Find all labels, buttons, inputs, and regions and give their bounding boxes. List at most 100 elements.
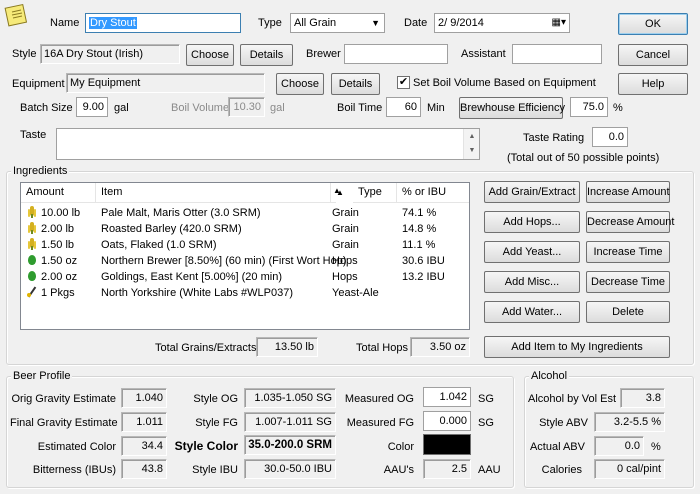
increase-time-button[interactable]: Increase Time (586, 241, 670, 263)
table-row[interactable]: 1.50 oz Northern Brewer [8.50%] (60 min) … (21, 253, 469, 269)
cell-type: Hops (332, 253, 358, 269)
calories-label: Calories (541, 464, 582, 476)
add-grain-extract-button[interactable]: Add Grain/Extract (484, 181, 580, 203)
table-row[interactable]: 2.00 oz Goldings, East Kent [5.00%] (20 m… (21, 269, 469, 285)
total-hops-label: Total Hops (356, 342, 408, 354)
chevron-down-icon: ▼ (371, 18, 380, 28)
bitterness-field: 43.8 (121, 459, 167, 479)
aau-field: 2.5 (423, 459, 471, 479)
cell-amount-text: 1.50 lb (41, 239, 75, 251)
increase-amount-button[interactable]: Increase Amount (586, 181, 670, 203)
name-value: Dry Stout (89, 17, 137, 29)
abv-estimate-field: 3.8 (620, 388, 665, 408)
cancel-button[interactable]: Cancel (618, 44, 688, 66)
cell-type: Yeast-Ale (332, 285, 379, 301)
equipment-details-button[interactable]: Details (331, 73, 380, 95)
scroll-up-icon[interactable]: ▲ (464, 130, 479, 144)
cell-item: Oats, Flaked (1.0 SRM) (101, 237, 217, 253)
cell-item: Pale Malt, Maris Otter (3.0 SRM) (101, 205, 261, 221)
cell-amount-text: 1.50 oz (41, 255, 78, 267)
fg-estimate-field: 1.011 (121, 412, 167, 432)
set-boil-label: Set Boil Volume Based on Equipment (413, 77, 596, 89)
grain-icon (26, 238, 38, 250)
boil-time-input[interactable]: 60 (386, 97, 421, 117)
set-boil-checkbox[interactable]: ✔ (397, 76, 410, 89)
add-water-button[interactable]: Add Water... (484, 301, 580, 323)
cell-type: Grain (332, 221, 359, 237)
table-row[interactable]: 10.00 lb Pale Malt, Maris Otter (3.0 SRM)… (21, 205, 469, 221)
taste-textarea[interactable]: ▲ ▼ (56, 128, 480, 160)
cell-amount-text: 10.00 lb (41, 207, 81, 219)
cell-amount-text: 1 Pkgs (41, 287, 75, 299)
cell-pct-ibu: 13.2 IBU (402, 269, 445, 285)
type-select[interactable]: All Grain ▼ (290, 13, 385, 33)
column-header-pct-ibu[interactable]: % or IBU (397, 183, 469, 203)
column-header-type[interactable]: Type (353, 183, 397, 203)
yeast-icon (26, 286, 38, 298)
recipe-notes-icon[interactable] (4, 3, 30, 29)
measured-fg-input[interactable]: 0.000 (423, 411, 471, 431)
cell-item: North Yorkshire (White Labs #WLP037) (101, 285, 293, 301)
cell-pct-ibu-text: 11.1 % (402, 239, 436, 251)
color-swatch (423, 434, 471, 455)
efficiency-input[interactable]: 75.0 (570, 97, 608, 117)
add-misc-button[interactable]: Add Misc... (484, 271, 580, 293)
date-picker[interactable]: 2/ 9/2014 ▦▾ (434, 13, 570, 33)
boil-volume-unit: gal (270, 102, 285, 114)
ok-button[interactable]: OK (618, 13, 688, 35)
cell-item-text: Northern Brewer [8.50%] (60 min) (First … (101, 255, 347, 267)
table-row[interactable]: 1 Pkgs North Yorkshire (White Labs #WLP03… (21, 285, 469, 301)
help-button[interactable]: Help (618, 73, 688, 95)
style-choose-button[interactable]: Choose (186, 44, 234, 66)
cell-type: Grain (332, 237, 359, 253)
taste-label: Taste (20, 129, 47, 141)
decrease-amount-button[interactable]: Decrease Amount (586, 211, 674, 233)
batch-size-input[interactable]: 9.00 (76, 97, 108, 117)
measured-og-input[interactable]: 1.042 (423, 387, 471, 407)
taste-rating-input[interactable]: 0.0 (592, 127, 628, 147)
style-details-button[interactable]: Details (240, 44, 293, 66)
cell-type: Grain (332, 205, 359, 221)
measured-fg-unit: SG (478, 417, 494, 429)
add-item-to-my-ingredients-button[interactable]: Add Item to My Ingredients (484, 336, 670, 358)
ingredients-list[interactable]: Amount Item ▲ Type % or IBU ▲ 10.00 lb Pal… (20, 182, 470, 330)
decrease-time-button[interactable]: Decrease Time (586, 271, 670, 293)
cell-type-text: Hops (332, 255, 358, 267)
cell-type-text: Grain (332, 239, 359, 251)
brewer-input[interactable] (344, 44, 448, 64)
taste-scrollbar[interactable]: ▲ ▼ (463, 129, 479, 159)
cell-amount: 1.50 lb (26, 237, 74, 253)
cell-item-text: Roasted Barley (420.0 SRM) (101, 223, 242, 235)
style-fg-field: 1.007-1.011 SG (244, 412, 336, 432)
assistant-input[interactable] (512, 44, 602, 64)
column-header-item[interactable]: Item ▲ (96, 183, 344, 203)
sort-indicator-icon: ▲ (333, 186, 341, 195)
cell-type-text: Yeast-Ale (332, 287, 379, 299)
add-hops-button[interactable]: Add Hops... (484, 211, 580, 233)
table-row[interactable]: 1.50 lb Oats, Flaked (1.0 SRM) Grain 11.1 % (21, 237, 469, 253)
cell-amount-text: 2.00 lb (41, 223, 75, 235)
add-yeast-button[interactable]: Add Yeast... (484, 241, 580, 263)
equipment-field: My Equipment (66, 73, 265, 93)
scroll-down-icon[interactable]: ▼ (464, 144, 479, 158)
grain-icon (26, 206, 38, 218)
name-label: Name (50, 17, 80, 29)
table-row[interactable]: 2.00 lb Roasted Barley (420.0 SRM) Grain 14… (21, 221, 469, 237)
cell-pct-ibu: 74.1 % (402, 205, 436, 221)
column-header-amount[interactable]: Amount (21, 183, 96, 203)
calendar-icon[interactable]: ▦▾ (552, 14, 566, 32)
style-abv-label: Style ABV (539, 417, 588, 429)
name-input[interactable]: Dry Stout (85, 13, 241, 33)
column-header-item-label: Item (101, 186, 123, 198)
cell-item-text: North Yorkshire (White Labs #WLP037) (101, 287, 293, 299)
brewhouse-efficiency-button[interactable]: Brewhouse Efficiency (459, 97, 565, 119)
measured-og-label: Measured OG (344, 393, 414, 405)
equipment-choose-button[interactable]: Choose (276, 73, 324, 95)
batch-size-unit: gal (114, 102, 129, 114)
measured-fg-label: Measured FG (346, 417, 414, 429)
cell-type-text: Grain (332, 207, 359, 219)
style-field: 16A Dry Stout (Irish) (40, 44, 180, 64)
delete-button[interactable]: Delete (586, 301, 670, 323)
cell-item: Northern Brewer [8.50%] (60 min) (First … (101, 253, 347, 269)
og-estimate-label: Orig Gravity Estimate (11, 393, 116, 405)
